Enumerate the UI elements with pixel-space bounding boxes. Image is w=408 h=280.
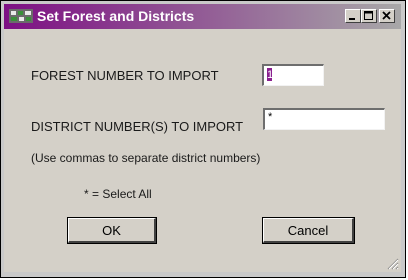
close-button[interactable]	[379, 9, 395, 23]
cancel-button-label: Cancel	[287, 222, 329, 238]
close-icon	[382, 11, 391, 20]
cancel-button[interactable]: Cancel	[263, 218, 354, 243]
window-title: Set Forest and Districts	[37, 8, 195, 24]
district-numbers-input[interactable]: *	[263, 108, 385, 130]
district-numbers-value: *	[268, 111, 273, 123]
app-icon	[9, 9, 33, 23]
minimize-icon	[349, 18, 355, 20]
screenshot-frame: Set Forest and Districts FOREST NUMBER T…	[0, 0, 406, 278]
maximize-icon	[364, 11, 373, 20]
minimize-button[interactable]	[345, 9, 361, 23]
ok-button-label: OK	[102, 222, 121, 238]
title-bar[interactable]: Set Forest and Districts	[4, 4, 401, 29]
forest-number-value: 1	[267, 68, 274, 81]
maximize-button[interactable]	[361, 9, 377, 23]
resize-grip-icon[interactable]	[386, 257, 399, 270]
forest-number-input[interactable]: 1	[262, 64, 324, 86]
forest-number-label: FOREST NUMBER TO IMPORT	[31, 68, 219, 83]
select-all-note: * = Select All	[84, 187, 152, 201]
dialog-window: Set Forest and Districts FOREST NUMBER T…	[4, 4, 401, 272]
ok-button[interactable]: OK	[68, 218, 156, 243]
district-numbers-label: DISTRICT NUMBER(S) TO IMPORT	[31, 119, 244, 134]
district-hint-text: (Use commas to separate district numbers…	[31, 151, 261, 165]
